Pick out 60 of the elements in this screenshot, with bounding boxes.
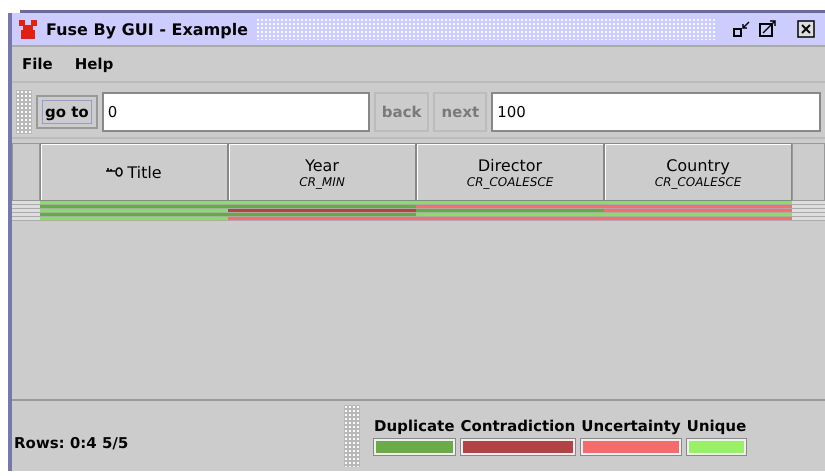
column-header[interactable]: Director CR_COALESCE: [416, 143, 604, 201]
row-header[interactable]: [792, 213, 825, 216]
table-cell[interactable]: [228, 217, 416, 220]
table-cell[interactable]: [416, 209, 604, 212]
column-header[interactable]: Title: [40, 143, 228, 201]
go-to-button[interactable]: go to: [42, 100, 92, 124]
row-count: Rows: 0:4 5/5: [14, 434, 130, 452]
menu-item[interactable]: File: [22, 55, 53, 73]
app-icon: [18, 18, 38, 40]
row-header[interactable]: [12, 213, 40, 216]
from-field[interactable]: 0: [102, 92, 370, 132]
column-title: Title: [127, 162, 162, 182]
resolution-function: CR_COALESCE: [654, 174, 742, 188]
minimize-icon[interactable]: [733, 20, 751, 38]
table-cell[interactable]: [416, 213, 604, 216]
toolbar-grip[interactable]: [16, 90, 32, 134]
row-header[interactable]: [12, 217, 40, 220]
table-cell[interactable]: [604, 205, 792, 208]
table-cell[interactable]: [40, 209, 228, 212]
row-header[interactable]: [792, 201, 825, 204]
panel-grip[interactable]: [344, 405, 360, 467]
close-icon[interactable]: [797, 20, 815, 38]
table-cell[interactable]: [416, 201, 604, 204]
column-header[interactable]: Country CR_COALESCE: [604, 143, 792, 201]
table-cell[interactable]: [416, 205, 604, 208]
menu-item[interactable]: Help: [74, 55, 114, 73]
column-title: Year: [305, 156, 339, 174]
legend-label: Duplicate: [374, 417, 455, 435]
to-field[interactable]: 100: [491, 92, 821, 132]
table-cell[interactable]: [228, 205, 416, 208]
column-header[interactable]: Year CR_MIN: [228, 143, 416, 201]
header-corner: [12, 143, 40, 201]
row-header[interactable]: [12, 209, 40, 212]
table-cell[interactable]: [604, 217, 792, 220]
maximize-icon[interactable]: [759, 20, 777, 38]
window-title: Fuse By GUI - Example: [46, 20, 248, 38]
legend-label: Contradiction: [460, 417, 576, 435]
table-cell[interactable]: [604, 201, 792, 204]
title-bar-pattern[interactable]: [256, 18, 715, 40]
table-cell[interactable]: [40, 201, 228, 204]
row-header[interactable]: [792, 209, 825, 212]
legend-label: Unique: [686, 417, 746, 435]
table-cell[interactable]: [40, 217, 228, 220]
row-header[interactable]: [12, 201, 40, 204]
table-cell[interactable]: [604, 209, 792, 212]
table-cell[interactable]: [228, 209, 416, 212]
row-header[interactable]: [792, 217, 825, 220]
table-cell[interactable]: [228, 213, 416, 216]
resolution-function: CR_COALESCE: [466, 174, 554, 188]
table-cell[interactable]: [416, 217, 604, 220]
legend-label: Uncertainty: [581, 417, 681, 435]
table-cell[interactable]: [40, 205, 228, 208]
column-title: Director: [478, 156, 542, 174]
table-cell[interactable]: [228, 201, 416, 204]
table-cell[interactable]: [604, 213, 792, 216]
resolution-function: CR_MIN: [299, 174, 345, 188]
row-header[interactable]: [792, 205, 825, 208]
row-header[interactable]: [12, 205, 40, 208]
table-cell[interactable]: [40, 213, 228, 216]
column-title: Country: [666, 156, 730, 174]
